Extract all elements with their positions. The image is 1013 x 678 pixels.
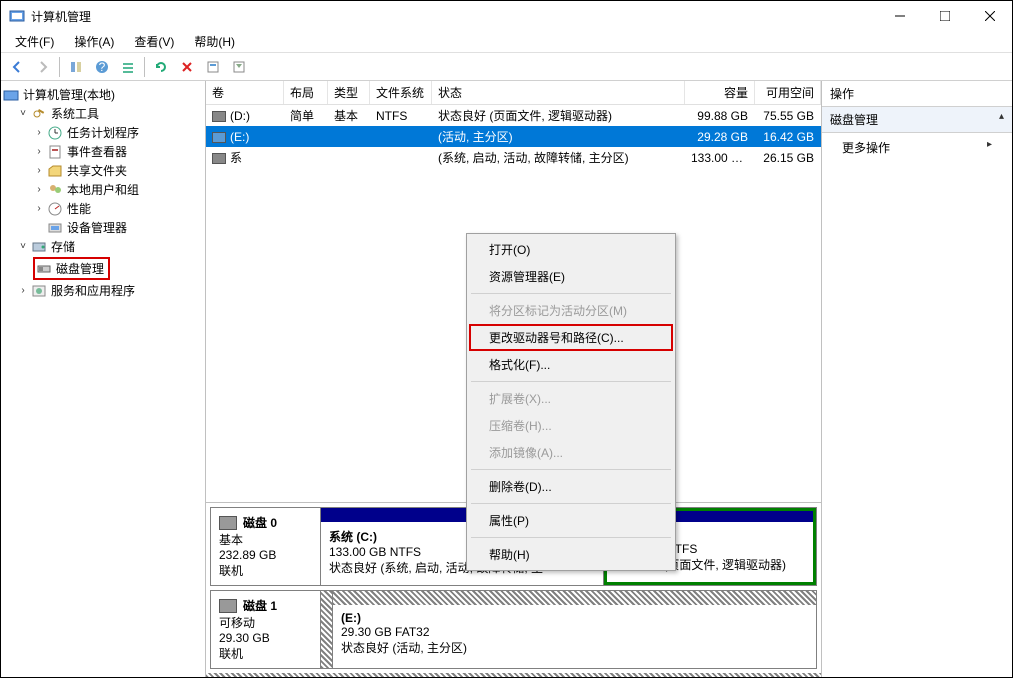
- ctx-open[interactable]: 打开(O): [469, 236, 673, 263]
- maximize-button[interactable]: [922, 1, 967, 31]
- forward-button[interactable]: [31, 55, 55, 79]
- tree-shared[interactable]: ›共享文件夹: [3, 161, 203, 180]
- col-volume[interactable]: 卷: [206, 81, 284, 104]
- menu-action[interactable]: 操作(A): [66, 31, 122, 52]
- col-filesystem[interactable]: 文件系统: [370, 81, 432, 104]
- col-type[interactable]: 类型: [328, 81, 370, 104]
- menu-file[interactable]: 文件(F): [7, 31, 62, 52]
- disk-label[interactable]: 磁盘 1 可移动 29.30 GB 联机: [211, 591, 321, 668]
- menu-help[interactable]: 帮助(H): [186, 31, 243, 52]
- unallocated-space[interactable]: [321, 591, 333, 668]
- tree-devmgr[interactable]: 设备管理器: [3, 218, 203, 237]
- drive-icon: [212, 153, 226, 164]
- disk-icon: [219, 516, 237, 530]
- refresh-button[interactable]: [149, 55, 173, 79]
- tree-systools[interactable]: ˅ 系统工具: [3, 104, 203, 123]
- disk-label[interactable]: 磁盘 0 基本 232.89 GB 联机: [211, 508, 321, 585]
- volume-row[interactable]: 系 (系统, 启动, 活动, 故障转储, 主分区) 133.00 GB 26.1…: [206, 147, 821, 168]
- ctx-change-letter[interactable]: 更改驱动器号和路径(C)...: [469, 324, 673, 351]
- col-free[interactable]: 可用空间: [755, 81, 821, 104]
- tree-perf[interactable]: ›性能: [3, 199, 203, 218]
- ctx-delete[interactable]: 删除卷(D)...: [469, 473, 673, 500]
- menubar: 文件(F) 操作(A) 查看(V) 帮助(H): [1, 31, 1012, 53]
- tree-storage[interactable]: ˅存储: [3, 237, 203, 256]
- partition[interactable]: (E:) 29.30 GB FAT32 状态良好 (活动, 主分区): [333, 591, 816, 668]
- titlebar: 计算机管理: [1, 1, 1012, 31]
- ctx-mark-active: 将分区标记为活动分区(M): [469, 297, 673, 324]
- toolbar: ?: [1, 53, 1012, 81]
- col-status[interactable]: 状态: [432, 81, 685, 104]
- ctx-extend: 扩展卷(X)...: [469, 385, 673, 412]
- minimize-button[interactable]: [877, 1, 922, 31]
- ctx-explorer[interactable]: 资源管理器(E): [469, 263, 673, 290]
- drive-icon: [212, 132, 226, 143]
- ctx-format[interactable]: 格式化(F)...: [469, 351, 673, 378]
- scope-button[interactable]: [64, 55, 88, 79]
- tree-scheduler[interactable]: ›任务计划程序: [3, 123, 203, 142]
- drive-icon: [212, 111, 226, 122]
- tree-diskmgmt[interactable]: 磁盘管理: [3, 256, 203, 281]
- tree-root[interactable]: 计算机管理(本地): [3, 85, 203, 104]
- content-area: 计算机管理(本地) ˅ 系统工具 ›任务计划程序 ›事件查看器 ›共享文件夹 ›…: [1, 81, 1012, 677]
- context-menu: 打开(O) 资源管理器(E) 将分区标记为活动分区(M) 更改驱动器号和路径(C…: [466, 233, 676, 571]
- actions-section[interactable]: 磁盘管理: [822, 107, 1012, 133]
- help-button[interactable]: ?: [90, 55, 114, 79]
- tree-services[interactable]: ›服务和应用程序: [3, 281, 203, 300]
- app-icon: [9, 8, 25, 24]
- navigation-tree: 计算机管理(本地) ˅ 系统工具 ›任务计划程序 ›事件查看器 ›共享文件夹 ›…: [1, 81, 206, 677]
- view-button[interactable]: [116, 55, 140, 79]
- disk-row: 磁盘 1 可移动 29.30 GB 联机 (E:) 29.30 GB FAT32: [210, 590, 817, 669]
- ctx-properties[interactable]: 属性(P): [469, 507, 673, 534]
- actions-title: 操作: [822, 81, 1012, 107]
- filter-button[interactable]: [227, 55, 251, 79]
- ctx-mirror: 添加镜像(A)...: [469, 439, 673, 466]
- col-capacity[interactable]: 容量: [685, 81, 755, 104]
- close-button[interactable]: [967, 1, 1012, 31]
- main-pane: 卷 布局 类型 文件系统 状态 容量 可用空间 (D:) 简单 基本 NTFS …: [206, 81, 822, 677]
- delete-button[interactable]: [175, 55, 199, 79]
- back-button[interactable]: [5, 55, 29, 79]
- tree-users[interactable]: ›本地用户和组: [3, 180, 203, 199]
- actions-pane: 操作 磁盘管理 更多操作: [822, 81, 1012, 677]
- tree-eventvwr[interactable]: ›事件查看器: [3, 142, 203, 161]
- actions-more[interactable]: 更多操作: [822, 133, 1012, 162]
- properties-icon[interactable]: [201, 55, 225, 79]
- volume-header: 卷 布局 类型 文件系统 状态 容量 可用空间: [206, 81, 821, 105]
- volume-row[interactable]: (D:) 简单 基本 NTFS 状态良好 (页面文件, 逻辑驱动器) 99.88…: [206, 105, 821, 126]
- menu-view[interactable]: 查看(V): [126, 31, 182, 52]
- app-window: 计算机管理 文件(F) 操作(A) 查看(V) 帮助(H) ? 计算: [0, 0, 1013, 678]
- window-title: 计算机管理: [31, 8, 877, 25]
- svg-text:?: ?: [99, 60, 106, 74]
- ctx-help[interactable]: 帮助(H): [469, 541, 673, 568]
- col-layout[interactable]: 布局: [284, 81, 328, 104]
- legend-strip: [206, 673, 821, 677]
- disk-icon: [219, 599, 237, 613]
- volume-row-selected[interactable]: (E:) (活动, 主分区) 29.28 GB 16.42 GB: [206, 126, 821, 147]
- ctx-shrink: 压缩卷(H)...: [469, 412, 673, 439]
